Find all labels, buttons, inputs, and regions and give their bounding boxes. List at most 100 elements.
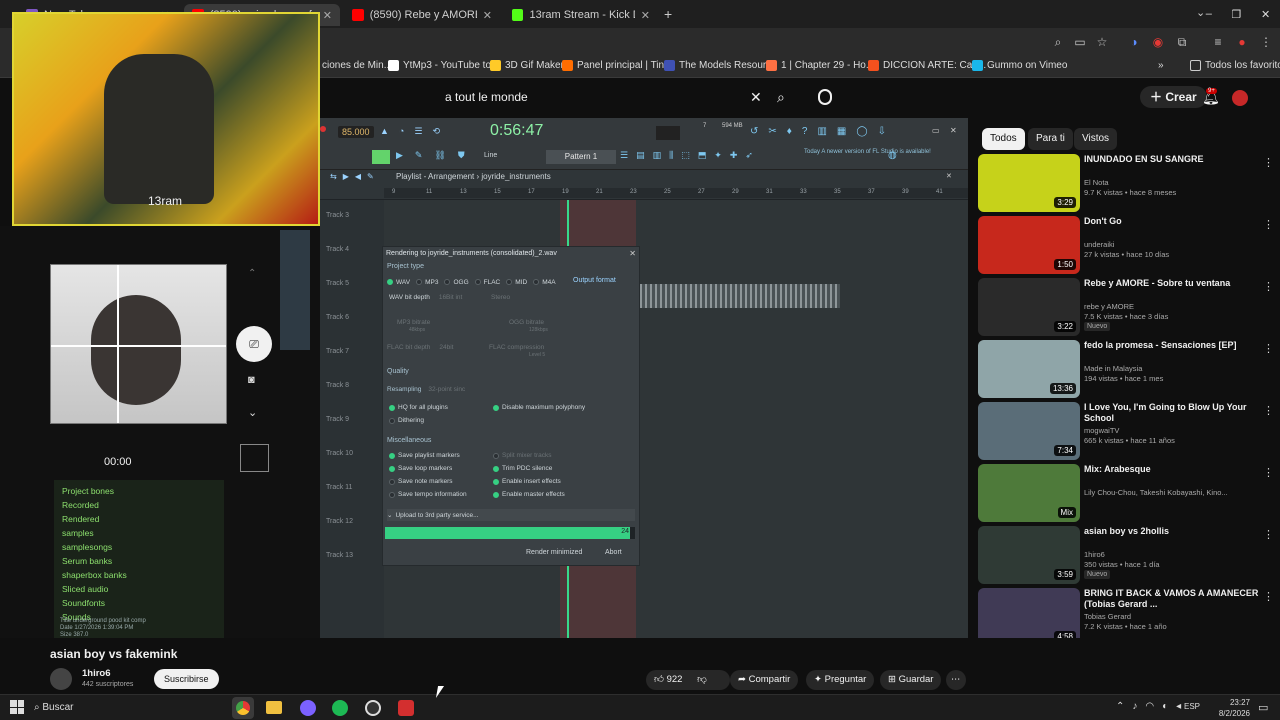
dithering-option[interactable]: Dithering xyxy=(389,417,424,424)
arrow-icon[interactable]: ➶ xyxy=(745,150,753,161)
spotify-icon[interactable] xyxy=(332,700,348,716)
tempo-display[interactable]: 85.000 xyxy=(338,126,374,138)
play-icon[interactable]: ▶ xyxy=(396,150,403,161)
ogg-bitrate-value[interactable]: 128kbps xyxy=(529,327,548,333)
recommended-video[interactable]: 3:22 Rebe y AMORE - Sobre tu ventana rebe … xyxy=(978,278,1280,340)
snap-icon[interactable]: ▲ xyxy=(380,126,389,138)
play-pattern-icon[interactable]: ▶ xyxy=(343,172,349,181)
clock[interactable]: 23:27 8/2/2026 xyxy=(1206,697,1250,719)
stamp-icon[interactable]: ⛊ xyxy=(458,150,465,161)
enable-master-option[interactable]: Enable master effects xyxy=(493,491,565,498)
channel-rack-icon[interactable]: ▦ xyxy=(837,126,846,137)
browser-folder[interactable]: Sliced audio xyxy=(62,584,108,594)
more-options-icon[interactable]: ⋮ xyxy=(1263,590,1274,603)
video-title[interactable]: Don't Go xyxy=(1084,216,1264,227)
capture-frame-button[interactable] xyxy=(240,444,269,472)
browser-folder[interactable]: Project bones xyxy=(62,486,114,496)
thumbs-down-icon[interactable]: 👎︎ xyxy=(697,674,707,685)
mixer-icon[interactable]: ⫼ xyxy=(669,150,673,161)
misc-header[interactable]: Miscellaneous xyxy=(387,437,431,444)
mic-icon[interactable]: ♦ xyxy=(787,126,792,137)
close-icon[interactable]: ✕ xyxy=(483,9,492,22)
video-thumbnail[interactable]: 3:59 xyxy=(978,526,1080,584)
fl-minimize-button[interactable]: ▭ xyxy=(932,126,940,135)
timeline-ruler[interactable]: 91113151719212325272931333537394143 xyxy=(384,188,968,198)
bookmark-item[interactable]: DICCION ARTE: Can... xyxy=(868,60,986,71)
browser-folder[interactable]: Soundfonts xyxy=(62,598,105,608)
resampling-value[interactable]: 32-point sinc xyxy=(428,386,465,393)
count-icon[interactable]: ☰ xyxy=(414,126,422,138)
windows-start-icon[interactable] xyxy=(10,700,24,714)
search-input[interactable]: a tout le monde xyxy=(445,86,775,108)
track-label[interactable]: Track 9 xyxy=(326,416,349,423)
browser-folder[interactable]: Recorded xyxy=(62,500,99,510)
mixer-icon[interactable]: ▥ xyxy=(817,126,826,137)
more-actions-icon[interactable]: ⋯ xyxy=(946,670,966,690)
playlist-close-button[interactable]: ✕ xyxy=(946,172,952,180)
close-icon[interactable]: ✕ xyxy=(641,9,650,22)
wav-bit-depth-value[interactable]: 16Bit int xyxy=(439,294,463,301)
video-channel[interactable]: 1hiro6 xyxy=(1084,550,1105,559)
format-option[interactable]: WAV xyxy=(387,277,410,287)
format-option[interactable]: OGG xyxy=(444,277,469,287)
window-close-button[interactable]: ✕ xyxy=(1261,8,1270,21)
video-title[interactable]: fedo la promesa - Sensaciones [EP] xyxy=(1084,340,1264,351)
video-channel[interactable]: mogwaiTV xyxy=(1084,426,1119,435)
menu-icon[interactable]: ⋮ xyxy=(1258,34,1274,50)
tool-mode[interactable]: Line xyxy=(484,152,497,159)
format-option[interactable]: MID xyxy=(506,277,527,287)
bookmark-item[interactable]: 1 | Chapter 29 - Ho... xyxy=(766,60,874,71)
more-bookmarks-icon[interactable]: » xyxy=(1158,60,1164,71)
file-explorer-icon[interactable] xyxy=(266,701,282,714)
bookmark-item[interactable]: 3D Gif Maker xyxy=(490,60,564,71)
tuner-icon[interactable]: ✦ xyxy=(714,150,722,161)
obs-icon[interactable] xyxy=(300,700,316,716)
flac-bit-depth-value[interactable]: 24bit xyxy=(439,344,453,351)
hq-plugins-option[interactable]: HQ for all plugins xyxy=(389,404,448,411)
playlist-icon[interactable]: ☰ xyxy=(620,150,628,161)
format-option[interactable]: M4A xyxy=(533,277,556,287)
channel-name[interactable]: 1hiro6 xyxy=(82,668,111,679)
close-icon[interactable]: ✕ xyxy=(323,9,332,22)
channel-avatar[interactable] xyxy=(50,668,72,690)
cut-icon[interactable]: ✂ xyxy=(768,126,776,137)
metronome-icon[interactable]: ◔ xyxy=(399,126,404,138)
mp3-bitrate-value[interactable]: 48kbps xyxy=(409,327,425,333)
extension-icon[interactable]: ◑ xyxy=(1126,34,1142,50)
video-channel[interactable]: Lily Chou-Chou, Takeshi Kobayashi, Kino.… xyxy=(1084,488,1228,497)
video-channel[interactable]: El Nota xyxy=(1084,178,1109,187)
more-options-icon[interactable]: ⋮ xyxy=(1263,342,1274,355)
chip-watched[interactable]: Vistos xyxy=(1074,128,1118,150)
video-title[interactable]: I Love You, I'm Going to Blow Up Your Sc… xyxy=(1084,402,1264,424)
browser-tab[interactable]: 13ram Stream - Kick Dashb ✕ xyxy=(504,4,658,26)
enable-insert-option[interactable]: Enable insert effects xyxy=(493,478,561,485)
bookmark-item[interactable]: Panel principal | Tin... xyxy=(562,60,672,71)
project-type-header[interactable]: Project type xyxy=(387,263,424,270)
globe-icon[interactable]: ◍ xyxy=(888,150,897,161)
browser-folder[interactable]: Serum banks xyxy=(62,556,112,566)
track-label[interactable]: Track 5 xyxy=(326,280,349,287)
recommended-video[interactable]: 3:59 asian boy vs 2hollis 1hiro6 350 vistas… xyxy=(978,526,1280,588)
video-thumbnail[interactable]: 1:50 xyxy=(978,216,1080,274)
more-options-icon[interactable]: ⋮ xyxy=(1263,156,1274,169)
browser-folder[interactable]: samplesongs xyxy=(62,542,112,552)
video-thumbnail[interactable]: 3:22 xyxy=(978,278,1080,336)
vpn-icon[interactable]: ◐ xyxy=(1162,701,1168,712)
microphone-tray-icon[interactable]: ♪ xyxy=(1132,701,1137,712)
stereo-option[interactable]: Stereo xyxy=(491,294,510,301)
app-icon[interactable] xyxy=(365,700,381,716)
split-mixer-option[interactable]: Split mixer tracks xyxy=(493,452,551,459)
pattern-mode-button[interactable] xyxy=(372,150,390,164)
more-options-icon[interactable]: ⋮ xyxy=(1263,404,1274,417)
track-label[interactable]: Track 10 xyxy=(326,450,353,457)
fl-close-button[interactable]: ✕ xyxy=(950,126,957,135)
quality-header[interactable]: Quality xyxy=(387,368,409,375)
video-thumbnail[interactable]: 3:29 xyxy=(978,154,1080,212)
pattern-selector[interactable]: Pattern 1 xyxy=(546,150,616,164)
create-button[interactable]: ＋ Crear xyxy=(1140,86,1207,108)
share-button[interactable]: ➦ Compartir xyxy=(730,670,799,690)
save-note-markers-option[interactable]: Save note markers xyxy=(389,478,453,485)
abort-button[interactable]: Abort xyxy=(605,549,622,556)
export-icon[interactable]: ⇩ xyxy=(878,126,886,137)
chevron-down-icon[interactable]: ⌄ xyxy=(248,406,257,419)
